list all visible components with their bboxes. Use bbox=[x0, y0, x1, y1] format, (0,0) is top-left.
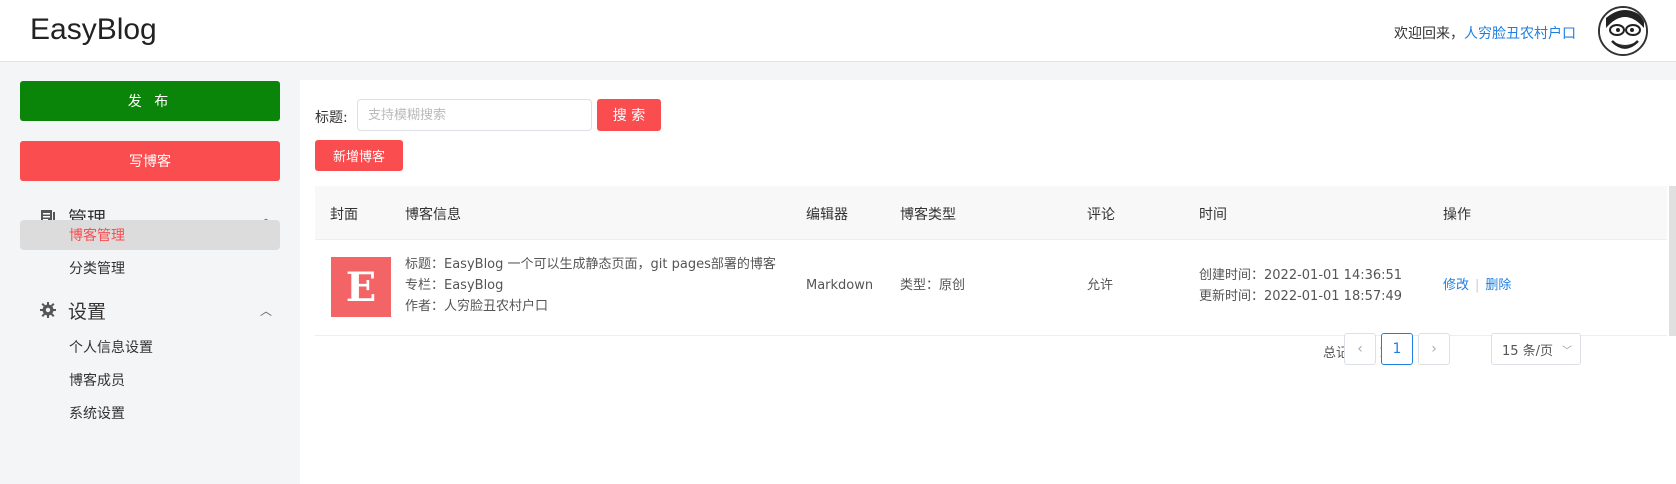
created-time: 创建时间：2022-01-01 14:36:51 bbox=[1199, 268, 1403, 283]
column-header-type: 博客类型 bbox=[900, 207, 956, 223]
next-page-button[interactable]: › bbox=[1418, 333, 1450, 365]
welcome-text: 欢迎回来，人穷脸丑农村户口 bbox=[1394, 23, 1576, 43]
add-blog-button[interactable]: 新增博客 bbox=[315, 140, 403, 171]
avatar[interactable] bbox=[1598, 6, 1648, 56]
chevron-left-icon: ‹ bbox=[1357, 341, 1363, 357]
search-label: 标题: bbox=[315, 110, 348, 126]
page-number-button[interactable]: 1 bbox=[1381, 333, 1413, 365]
welcome-prefix: 欢迎回来， bbox=[1394, 26, 1464, 42]
blog-editor: Markdown bbox=[806, 278, 874, 293]
avatar-face-icon bbox=[1600, 8, 1646, 54]
blog-time: 创建时间：2022-01-01 14:36:51 更新时间：2022-01-01… bbox=[1199, 265, 1402, 307]
action-divider: | bbox=[1475, 278, 1480, 293]
delete-link[interactable]: 删除 bbox=[1485, 278, 1511, 293]
blog-comment: 允许 bbox=[1087, 278, 1114, 293]
menu-group-title: 设置 bbox=[68, 300, 107, 323]
column-header-info: 博客信息 bbox=[405, 207, 461, 223]
blog-column: 专栏：EasyBlog bbox=[405, 278, 504, 293]
cover-image: E bbox=[331, 257, 391, 317]
chevron-down-icon: ﹀ bbox=[1562, 345, 1572, 357]
sidebar: 发 布 写博客 管理 ︿ 博客管理 分类管理 设置 ︿ 个人信息设置 博客成员 … bbox=[0, 62, 300, 484]
column-header-time: 时间 bbox=[1199, 207, 1227, 223]
sidebar-item-profile-settings[interactable]: 个人信息设置 bbox=[20, 332, 280, 362]
sidebar-item-blog-manage[interactable]: 博客管理 bbox=[20, 220, 280, 250]
blog-title: 标题：EasyBlog 一个可以生成静态页面，git pages部署的博客 bbox=[405, 257, 776, 272]
search-button[interactable]: 搜 索 bbox=[597, 99, 661, 131]
page-size-value: 15 条/页 bbox=[1502, 343, 1554, 359]
chevron-right-icon: › bbox=[1431, 341, 1437, 357]
top-bar: EasyBlog 欢迎回来，人穷脸丑农村户口 bbox=[0, 0, 1676, 62]
updated-time: 更新时间：2022-01-01 18:57:49 bbox=[1199, 289, 1403, 304]
blog-author: 作者：人穷脸丑农村户口 bbox=[405, 299, 549, 314]
app-logo[interactable]: EasyBlog bbox=[30, 13, 157, 47]
sidebar-item-system-settings[interactable]: 系统设置 bbox=[20, 398, 280, 428]
sidebar-item-category-manage[interactable]: 分类管理 bbox=[20, 253, 280, 283]
search-input[interactable] bbox=[357, 99, 592, 131]
prev-page-button[interactable]: ‹ bbox=[1344, 333, 1376, 365]
chevron-up-icon: ︿ bbox=[259, 303, 272, 318]
sidebar-item-blog-members[interactable]: 博客成员 bbox=[20, 365, 280, 395]
table-header: 封面 博客信息 编辑器 博客类型 评论 时间 操作 bbox=[315, 186, 1667, 240]
write-blog-button[interactable]: 写博客 bbox=[20, 141, 280, 181]
column-header-editor: 编辑器 bbox=[806, 207, 848, 223]
blog-table: 封面 博客信息 编辑器 博客类型 评论 时间 操作 E 标题：EasyBlog … bbox=[315, 186, 1676, 336]
publish-button[interactable]: 发 布 bbox=[20, 81, 280, 121]
blog-type: 类型：原创 bbox=[900, 278, 966, 293]
edit-link[interactable]: 修改 bbox=[1443, 278, 1469, 293]
username-link[interactable]: 人穷脸丑农村户口 bbox=[1464, 26, 1576, 42]
main-panel: 标题: 搜 索 新增博客 封面 博客信息 编辑器 博客类型 评论 时间 操作 E… bbox=[300, 80, 1676, 484]
page-size-select[interactable]: 15 条/页 ﹀ bbox=[1491, 333, 1581, 365]
row-actions: 修改 | 删除 bbox=[1443, 275, 1511, 296]
table-scrollbar[interactable] bbox=[1669, 186, 1676, 336]
table-row: E 标题：EasyBlog 一个可以生成静态页面，git pages部署的博客 … bbox=[315, 240, 1667, 336]
column-header-actions: 操作 bbox=[1443, 207, 1471, 223]
column-header-cover: 封面 bbox=[330, 207, 358, 223]
column-header-comment: 评论 bbox=[1087, 207, 1115, 223]
blog-info: 标题：EasyBlog 一个可以生成静态页面，git pages部署的博客 专栏… bbox=[405, 254, 776, 317]
menu-group-settings[interactable]: 设置 ︿ bbox=[20, 293, 280, 327]
gear-icon bbox=[40, 302, 56, 318]
